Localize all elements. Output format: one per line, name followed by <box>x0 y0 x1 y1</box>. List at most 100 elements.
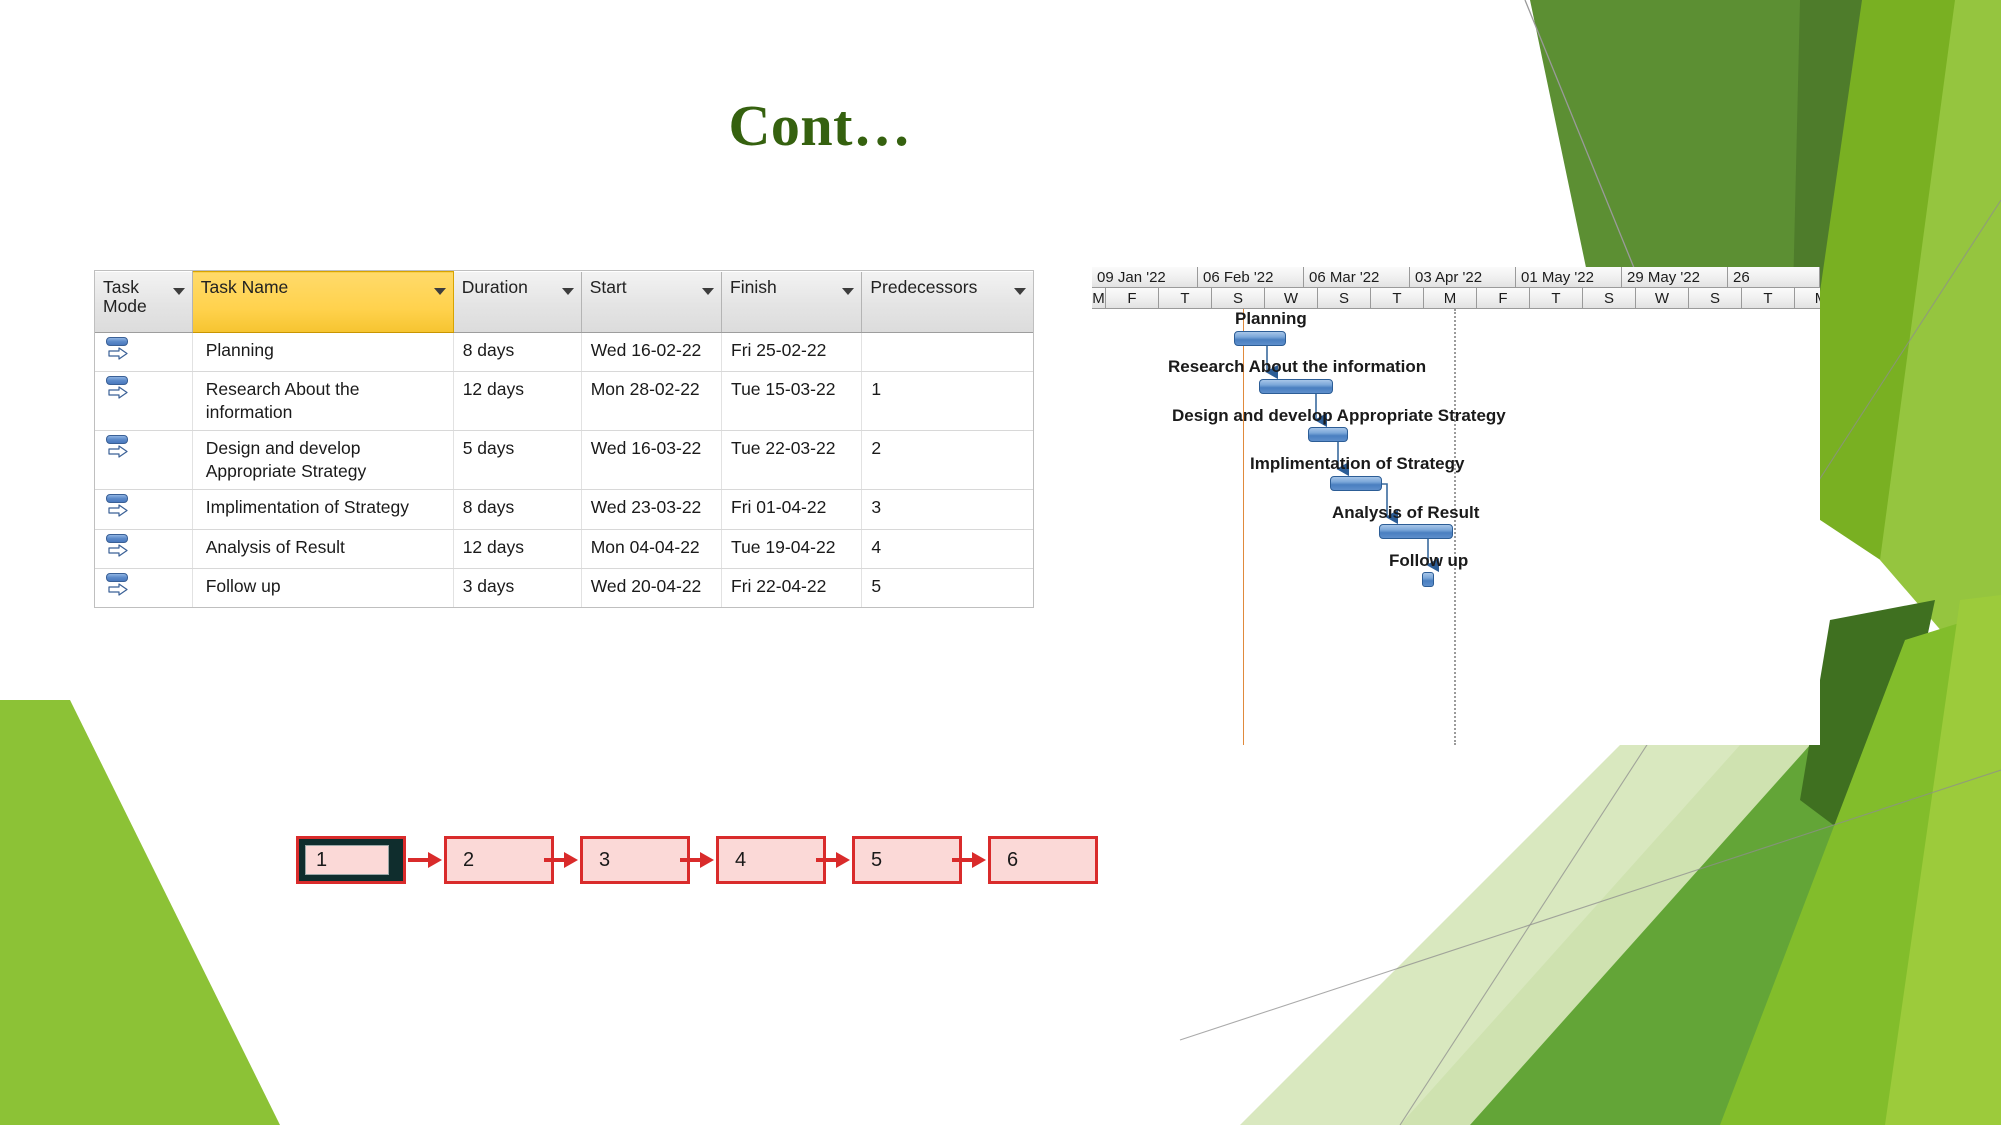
cell-predecessors[interactable]: 4 <box>861 529 1033 569</box>
cell-task-name[interactable]: Design and develop Appropriate Strategy <box>192 430 454 491</box>
bg-shape-bottomright-pale <box>1240 745 1830 1125</box>
cell-predecessors[interactable] <box>861 332 1033 373</box>
cell-duration[interactable]: 8 days <box>453 489 582 530</box>
bg-hairline-bottomright-b <box>1179 769 2001 1041</box>
timescale-day-cell: T <box>1159 288 1212 309</box>
filter-dropdown-arrow-icon[interactable] <box>561 287 574 295</box>
cell-task-name[interactable]: Research About the information <box>192 371 454 432</box>
column-header-finish[interactable]: Finish <box>721 271 863 333</box>
cell-task-mode[interactable] <box>95 529 193 569</box>
column-header-label: Start <box>589 276 627 297</box>
cell-duration[interactable]: 5 days <box>453 430 582 491</box>
network-node[interactable]: 4 <box>716 836 826 884</box>
cell-task-mode[interactable] <box>95 568 193 607</box>
cell-predecessors[interactable]: 1 <box>861 371 1033 432</box>
column-header-start[interactable]: Start <box>581 271 723 333</box>
gantt-bar-label: Implimentation of Strategy <box>1250 454 1465 473</box>
cell-finish[interactable]: Fri 01-04-22 <box>721 489 863 530</box>
network-arrow <box>544 852 578 868</box>
network-node[interactable]: 2 <box>444 836 554 884</box>
gantt-bar[interactable] <box>1330 476 1382 491</box>
cell-start[interactable]: Mon 28-02-22 <box>581 371 723 432</box>
cell-start[interactable]: Wed 23-03-22 <box>581 489 723 530</box>
cell-finish[interactable]: Tue 22-03-22 <box>721 430 863 491</box>
auto-scheduled-task-icon <box>105 435 131 459</box>
network-node-selected[interactable]: 1 <box>296 836 406 884</box>
gantt-timescale-months: 09 Jan '22 06 Feb '22 06 Mar '22 03 Apr '22… <box>1092 267 1820 288</box>
bg-shape-bottom-left <box>0 700 280 1125</box>
gantt-bar[interactable] <box>1308 427 1348 442</box>
timescale-month-cell: 06 Feb '22 <box>1198 267 1304 288</box>
cell-start[interactable]: Wed 16-02-22 <box>581 332 723 373</box>
bg-shape-bottomright-lighter <box>1885 595 2001 1125</box>
gantt-bar-label: Planning <box>1235 309 1307 328</box>
bg-shape-topright-mid <box>1790 0 2001 640</box>
filter-dropdown-arrow-icon[interactable] <box>702 287 715 295</box>
timescale-day-cell: M <box>1424 288 1477 309</box>
cell-duration[interactable]: 12 days <box>453 529 582 569</box>
cell-task-name[interactable]: Implimentation of Strategy <box>192 489 454 530</box>
network-arrow <box>816 852 850 868</box>
gantt-bar-label: Follow up <box>1389 551 1469 570</box>
cell-task-mode[interactable] <box>95 430 193 491</box>
cell-duration[interactable]: 8 days <box>453 332 582 373</box>
gantt-bar[interactable] <box>1234 331 1286 346</box>
cell-predecessors[interactable]: 2 <box>861 430 1033 491</box>
gantt-timescale-days: MFTSWSTMFTSWSTMF <box>1092 288 1820 309</box>
filter-dropdown-arrow-icon[interactable] <box>172 287 185 295</box>
cell-task-mode[interactable] <box>95 332 193 373</box>
gantt-bar[interactable] <box>1379 524 1453 539</box>
cell-task-name[interactable]: Follow up <box>192 568 454 607</box>
cell-task-mode[interactable] <box>95 489 193 530</box>
gantt-bar[interactable] <box>1422 572 1434 587</box>
cell-predecessors[interactable]: 5 <box>862 568 1033 607</box>
cell-predecessors[interactable]: 3 <box>861 489 1033 530</box>
gantt-bar-label: Research About the information <box>1168 357 1427 376</box>
cell-task-name[interactable]: Analysis of Result <box>192 529 454 569</box>
timescale-month-cell: 03 Apr '22 <box>1410 267 1516 288</box>
network-arrow <box>952 852 986 868</box>
gantt-plot-area: Planning Research About the information De… <box>1092 309 1820 745</box>
table-row[interactable]: Follow up 3 days Wed 20-04-22 Fri 22-04-22 5 <box>95 568 1033 607</box>
timescale-month-cell: 01 May '22 <box>1516 267 1622 288</box>
network-node[interactable]: 6 <box>988 836 1098 884</box>
network-node[interactable]: 5 <box>852 836 962 884</box>
table-header-row: Task Mode Task Name Duration Start Finis… <box>95 271 1033 333</box>
column-header-predecessors[interactable]: Predecessors <box>861 271 1033 333</box>
filter-dropdown-arrow-icon[interactable] <box>842 287 855 295</box>
cell-finish[interactable]: Tue 19-04-22 <box>721 529 863 569</box>
table-row[interactable]: Research About the information 12 days Mon… <box>95 371 1033 432</box>
column-header-label: Task Name <box>200 277 289 297</box>
column-header-duration[interactable]: Duration <box>453 271 582 333</box>
timescale-day-cell: M <box>1795 288 1820 309</box>
column-header-label: Predecessors <box>870 276 978 297</box>
cell-task-mode[interactable] <box>95 371 193 432</box>
filter-dropdown-arrow-icon[interactable] <box>1014 287 1026 295</box>
column-header-task-name[interactable]: Task Name <box>191 271 454 333</box>
timescale-day-cell: F <box>1106 288 1159 309</box>
cell-finish[interactable]: Fri 22-04-22 <box>721 568 863 607</box>
gantt-bar[interactable] <box>1259 379 1333 394</box>
filter-dropdown-arrow-icon[interactable] <box>433 288 446 295</box>
cell-start[interactable]: Wed 16-03-22 <box>581 430 723 491</box>
timescale-month-cell: 09 Jan '22 <box>1092 267 1198 288</box>
task-table: Task Mode Task Name Duration Start Finis… <box>94 270 1034 608</box>
cell-start[interactable]: Mon 04-04-22 <box>581 529 723 569</box>
cell-duration[interactable]: 3 days <box>453 568 582 607</box>
table-row[interactable]: Design and develop Appropriate Strategy 5… <box>95 430 1033 491</box>
column-header-label: Task Mode <box>103 276 147 317</box>
cell-task-name[interactable]: Planning <box>192 332 454 373</box>
timescale-day-cell: T <box>1530 288 1583 309</box>
cell-start[interactable]: Wed 20-04-22 <box>581 568 723 607</box>
auto-scheduled-task-icon <box>105 337 131 361</box>
table-row[interactable]: Analysis of Result 12 days Mon 04-04-22 Tue… <box>95 529 1033 569</box>
column-header-task-mode[interactable]: Task Mode <box>95 271 193 333</box>
network-arrow <box>680 852 714 868</box>
network-node[interactable]: 3 <box>580 836 690 884</box>
table-row[interactable]: Planning 8 days Wed 16-02-22 Fri 25-02-22 <box>95 332 1033 373</box>
cell-finish[interactable]: Fri 25-02-22 <box>721 332 863 373</box>
cell-duration[interactable]: 12 days <box>453 371 582 432</box>
cell-finish[interactable]: Tue 15-03-22 <box>721 371 863 432</box>
table-row[interactable]: Implimentation of Strategy 8 days Wed 23-0… <box>95 489 1033 530</box>
timescale-day-cell: S <box>1689 288 1742 309</box>
